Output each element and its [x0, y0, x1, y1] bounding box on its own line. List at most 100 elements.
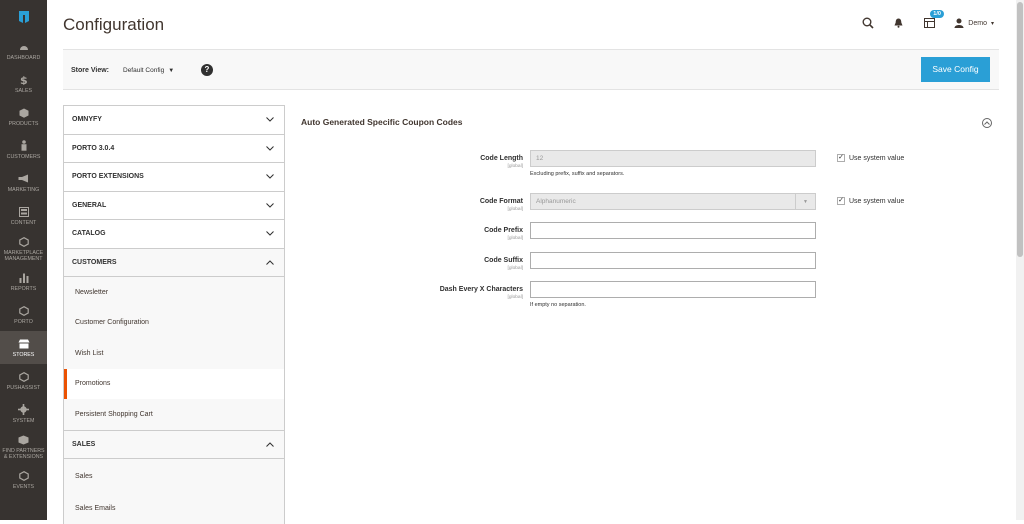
nav-item-label: STORES	[12, 351, 35, 358]
system-messages-button[interactable]: 1/0	[922, 10, 944, 32]
code-suffix-input[interactable]	[530, 252, 816, 269]
dash-every-label: Dash Every X Characters	[439, 286, 523, 293]
use-system-label: Use system value	[849, 197, 905, 205]
box-icon	[18, 434, 30, 446]
checkbox-checked[interactable]: ✓	[837, 197, 845, 205]
code-suffix-label: Code Suffix	[484, 257, 523, 264]
dollar-icon: $	[18, 74, 30, 86]
store-view-value: Default Config	[123, 67, 165, 74]
store-view-switcher[interactable]: Default Config ▼	[123, 67, 174, 74]
subtab-customer-configuration[interactable]: Customer Configuration	[64, 308, 284, 339]
code-prefix-input[interactable]	[530, 222, 816, 239]
code-prefix-label: Code Prefix	[484, 227, 523, 234]
code-format-label: Code Format	[479, 198, 523, 205]
code-length-label: Code Length	[480, 155, 523, 162]
nav-item-label: SYSTEM	[12, 417, 35, 424]
nav-item-products[interactable]: PRODUCTS	[0, 100, 47, 133]
dash-every-input[interactable]	[530, 281, 816, 298]
code-length-use-system[interactable]: ✓ Use system value	[837, 154, 904, 162]
logo-icon	[18, 11, 29, 23]
chevron-down-icon	[266, 173, 274, 181]
nav-item-events[interactable]: EVENTS	[0, 463, 47, 496]
nav-item-label: MARKETING	[7, 186, 40, 193]
subtab-sales-emails[interactable]: Sales Emails	[64, 493, 284, 524]
chevron-down-icon: ▼	[168, 68, 175, 74]
sales-submenu: Sales Sales Emails	[63, 458, 285, 524]
help-icon[interactable]: ?	[201, 64, 213, 76]
nav-item-find-partners-extensions[interactable]: FIND PARTNERS & EXTENSIONS	[0, 430, 47, 463]
tab-porto[interactable]: PORTO 3.0.4	[63, 133, 285, 162]
dashboard-icon	[18, 41, 30, 53]
nav-item-label: MARKETPLACE MANAGEMENT	[3, 249, 44, 262]
nav-item-customers[interactable]: CUSTOMERS	[0, 133, 47, 166]
user-menu[interactable]: Demo ▾	[954, 18, 994, 28]
admin-sidebar: DASHBOARD $ SALES PRODUCTS CUSTOMERS MARKETIN…	[0, 0, 47, 520]
nav-item-dashboard[interactable]: DASHBOARD	[0, 34, 47, 67]
nav-item-label: FIND PARTNERS & EXTENSIONS	[2, 447, 45, 460]
subtab-promotions[interactable]: Promotions	[64, 368, 284, 399]
config-tabs: OMNYFY PORTO 3.0.4 PORTO EXTENSIONS GENE…	[63, 105, 285, 524]
scope-label: [global]	[507, 295, 523, 300]
gear-icon	[18, 404, 30, 416]
bar-chart-icon	[18, 272, 30, 284]
nav-item-sales[interactable]: $ SALES	[0, 67, 47, 100]
nav-item-label: PUSHASSIST	[6, 384, 41, 391]
chevron-down-icon: ▾	[990, 20, 994, 27]
nav-item-system[interactable]: SYSTEM	[0, 397, 47, 430]
tab-general[interactable]: GENERAL	[63, 190, 285, 219]
page-scrollbar[interactable]	[1016, 0, 1024, 520]
subtab-wish-list[interactable]: Wish List	[64, 338, 284, 369]
header-actions: 1/0 Demo ▾	[859, 10, 994, 32]
nav-item-marketplace-management[interactable]: MARKETPLACE MANAGEMENT	[0, 232, 47, 265]
tab-label: OMNYFY	[72, 116, 102, 124]
code-format-value: Alphanumeric	[536, 198, 576, 205]
search-icon[interactable]	[859, 14, 877, 32]
tab-customers[interactable]: CUSTOMERS	[63, 247, 285, 276]
layout-icon	[18, 206, 30, 218]
subtab-persistent-shopping-cart[interactable]: Persistent Shopping Cart	[64, 399, 284, 430]
subtab-sales[interactable]: Sales	[64, 459, 284, 493]
tab-sales[interactable]: SALES	[63, 429, 285, 458]
store-view-label: Store View:	[71, 67, 109, 74]
store-view-bar: Store View: Default Config ▼ ? Save Confi…	[63, 49, 999, 90]
nav-item-reports[interactable]: REPORTS	[0, 265, 47, 298]
chevron-up-icon	[266, 258, 274, 266]
svg-text:$: $	[20, 74, 28, 85]
chevron-down-icon	[266, 230, 274, 238]
nav-item-pushassist[interactable]: PUSHASSIST	[0, 364, 47, 397]
grid-icon	[923, 18, 935, 28]
scope-label: [global]	[507, 266, 523, 271]
notification-badge: 1/0	[930, 10, 944, 18]
checkbox-checked[interactable]: ✓	[837, 154, 845, 162]
scrollbar-thumb[interactable]	[1017, 2, 1023, 257]
tab-label: SALES	[72, 440, 96, 448]
nav-item-marketing[interactable]: MARKETING	[0, 166, 47, 199]
code-format-use-system[interactable]: ✓ Use system value	[837, 197, 904, 205]
section-title: Auto Generated Specific Coupon Codes	[301, 117, 463, 127]
code-format-select[interactable]: Alphanumeric ▼	[530, 193, 816, 210]
scope-label: [global]	[507, 236, 523, 241]
use-system-label: Use system value	[849, 154, 905, 162]
collapse-section-icon[interactable]	[982, 118, 992, 128]
nav-item-porto[interactable]: PORTO	[0, 298, 47, 331]
nav-item-content[interactable]: CONTENT	[0, 199, 47, 232]
nav-item-label: REPORTS	[10, 285, 37, 292]
save-config-button[interactable]: Save Config	[921, 57, 990, 82]
dash-every-note: If empty no separation.	[530, 302, 586, 308]
chevron-down-icon: ▼	[795, 194, 815, 209]
bell-icon[interactable]	[891, 14, 905, 32]
scope-label: [global]	[507, 164, 523, 169]
page-title: Configuration	[63, 15, 165, 34]
tab-porto-extensions[interactable]: PORTO EXTENSIONS	[63, 162, 285, 191]
tab-label: PORTO EXTENSIONS	[72, 173, 144, 181]
hexagon-icon	[18, 236, 30, 248]
tab-catalog[interactable]: CATALOG	[63, 219, 285, 248]
person-icon	[18, 140, 30, 152]
tab-omnyfy[interactable]: OMNYFY	[63, 105, 285, 134]
code-length-input[interactable]: 12	[530, 150, 816, 167]
hexagon-icon	[18, 470, 30, 482]
cube-icon	[18, 107, 30, 119]
subtab-newsletter[interactable]: Newsletter	[64, 277, 284, 308]
nav-item-stores[interactable]: STORES	[0, 331, 47, 364]
magento-logo[interactable]	[0, 0, 47, 34]
